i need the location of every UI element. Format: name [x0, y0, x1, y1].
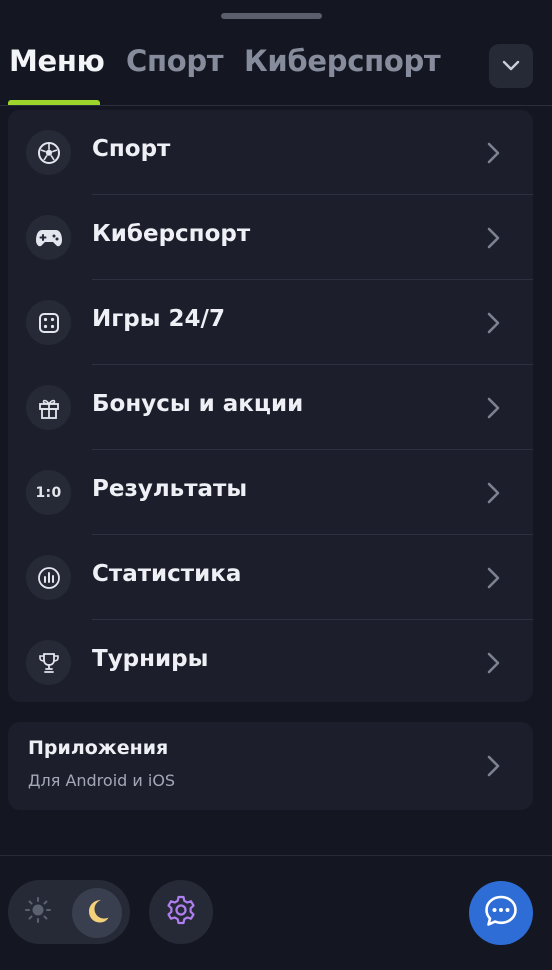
tab-sport[interactable]: Спорт: [126, 44, 224, 78]
sun-icon: [24, 896, 52, 928]
dark-theme-button[interactable]: [72, 888, 122, 938]
light-theme-button[interactable]: [20, 894, 56, 930]
apps-subtitle: Для Android и iOS: [28, 771, 176, 790]
menu-item-label: Киберспорт: [92, 221, 251, 247]
menu-item-label: Игры 24/7: [92, 306, 225, 332]
settings-button[interactable]: [149, 880, 213, 944]
main-menu: Спорт Киберспорт Игры 24/7 Бонусы и акци…: [8, 110, 533, 702]
chevron-right-icon: [487, 567, 500, 589]
chevron-right-icon: [487, 482, 500, 504]
tab-bar: Меню Спорт Киберспорт: [0, 40, 552, 106]
chevron-down-icon: [501, 57, 521, 76]
tab-esports[interactable]: Киберспорт: [244, 44, 441, 78]
drag-handle[interactable]: [221, 13, 322, 19]
trophy-icon: [26, 640, 71, 685]
menu-screen: Меню Спорт Киберспорт Спорт Киберспорт И…: [0, 0, 552, 970]
tabs-dropdown-button[interactable]: [489, 44, 533, 88]
chevron-right-icon: [487, 142, 500, 164]
statistics-icon: [26, 555, 71, 600]
menu-item-label: Статистика: [92, 561, 242, 587]
theme-toggle[interactable]: [8, 880, 130, 944]
gift-icon: [26, 385, 71, 430]
tabs-divider: [0, 105, 552, 106]
chevron-right-icon: [487, 312, 500, 334]
chevron-right-icon: [487, 397, 500, 419]
chevron-right-icon: [487, 227, 500, 249]
menu-item-label: Бонусы и акции: [92, 391, 304, 417]
menu-item-games-24-7[interactable]: Игры 24/7: [8, 280, 533, 365]
chat-button[interactable]: [469, 881, 533, 945]
menu-item-sport[interactable]: Спорт: [8, 110, 533, 195]
menu-item-statistics[interactable]: Статистика: [8, 535, 533, 620]
apps-card[interactable]: Приложения Для Android и iOS: [8, 722, 533, 810]
dice-icon: [26, 300, 71, 345]
moon-icon: [83, 897, 111, 929]
menu-item-bonuses[interactable]: Бонусы и акции: [8, 365, 533, 450]
chevron-right-icon: [487, 652, 500, 674]
menu-item-label: Турниры: [92, 646, 209, 672]
chat-icon: [483, 893, 519, 933]
footer-divider: [0, 855, 552, 856]
soccer-ball-icon: [26, 130, 71, 175]
menu-item-esports[interactable]: Киберспорт: [8, 195, 533, 280]
apps-title: Приложения: [28, 737, 169, 759]
menu-item-label: Результаты: [92, 476, 248, 502]
score-icon-text: 1:0: [35, 484, 62, 501]
menu-item-label: Спорт: [92, 136, 171, 162]
gear-icon: [165, 894, 197, 930]
chevron-right-icon: [487, 755, 500, 777]
gamepad-icon: [26, 215, 71, 260]
menu-item-results[interactable]: 1:0 Результаты: [8, 450, 533, 535]
score-icon: 1:0: [26, 470, 71, 515]
menu-item-tournaments[interactable]: Турниры: [8, 620, 533, 705]
tab-menu[interactable]: Меню: [9, 44, 105, 78]
